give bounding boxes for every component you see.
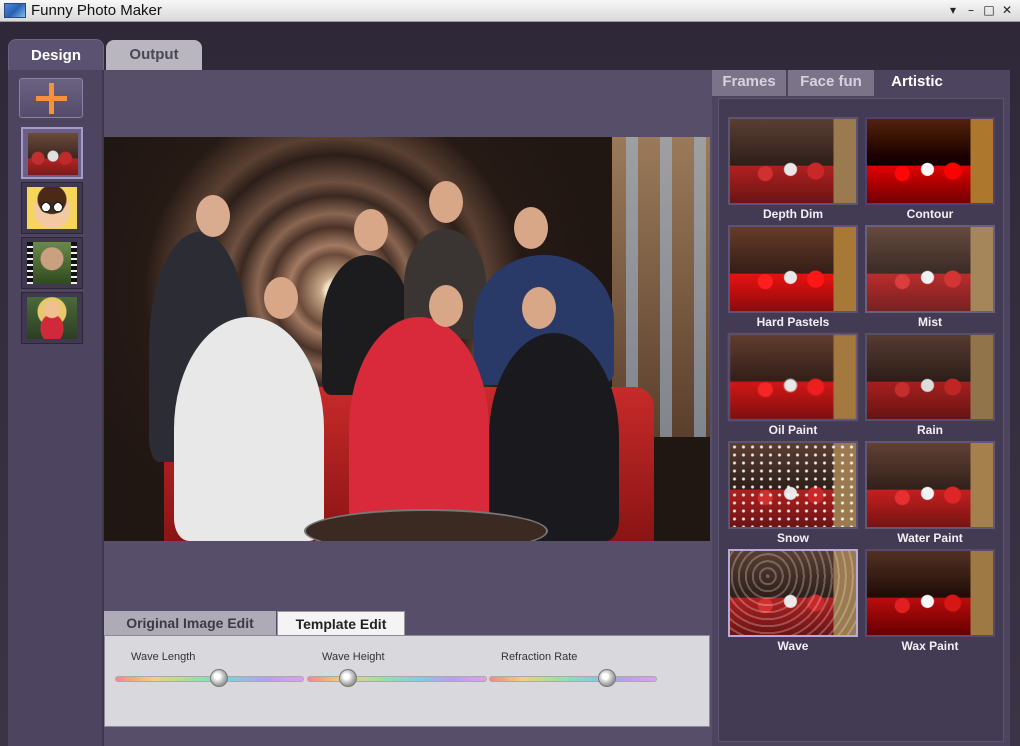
effect-thumbnail (728, 225, 858, 313)
wave-height-label: Wave Height (322, 651, 385, 663)
effect-depth-dim[interactable]: Depth Dim (728, 117, 858, 221)
effect-hard-pastels[interactable]: Hard Pastels (728, 225, 858, 329)
image-thumbnail-cartoon-face[interactable] (21, 182, 83, 234)
wave-length-label: Wave Length (131, 651, 196, 663)
design-workspace: Original Image Edit Template Edit Wave L… (8, 70, 1010, 746)
effect-wax-paint[interactable]: Wax Paint (865, 549, 995, 653)
effect-rain[interactable]: Rain (865, 333, 995, 437)
effect-label: Contour (906, 207, 954, 221)
person-shape (174, 317, 324, 541)
effect-mist[interactable]: Mist (865, 225, 995, 329)
effect-label: Depth Dim (763, 207, 823, 221)
wave-height-slider-track[interactable] (307, 676, 487, 682)
tab-output[interactable]: Output (106, 40, 202, 70)
effect-oil-paint[interactable]: Oil Paint (728, 333, 858, 437)
refraction-rate-slider-track[interactable] (489, 676, 657, 682)
refraction-rate-slider-thumb[interactable] (597, 669, 616, 687)
effect-label: Water Paint (897, 531, 963, 545)
effects-panel: Frames Face fun Artistic Depth Dim Conto… (712, 70, 1010, 746)
effect-thumbnail (728, 549, 858, 637)
photo-canvas[interactable] (104, 137, 710, 541)
effect-thumbnail (865, 549, 995, 637)
effect-thumbnail (728, 333, 858, 421)
effect-snow[interactable]: Snow (728, 441, 858, 545)
title-bar: Funny Photo Maker ▾ – □ ✕ (0, 0, 1020, 22)
menu-dropdown-icon[interactable]: ▾ (946, 2, 960, 18)
effect-label: Mist (918, 315, 942, 329)
effect-thumbnail (865, 333, 995, 421)
minimize-icon[interactable]: – (964, 2, 978, 18)
effect-label: Wax Paint (901, 639, 959, 653)
person-head (514, 207, 548, 249)
effect-label: Oil Paint (768, 423, 818, 437)
effect-category-tabs: Frames Face fun Artistic (712, 70, 1010, 96)
image-thumbnail-woman[interactable] (21, 292, 83, 344)
effect-label: Rain (916, 423, 943, 437)
effect-label: Wave (777, 639, 809, 653)
refraction-rate-label: Refraction Rate (501, 651, 578, 663)
effect-thumbnail (865, 225, 995, 313)
window-controls: ▾ – □ ✕ (946, 2, 1014, 18)
window-title: Funny Photo Maker (31, 2, 162, 19)
wave-height-slider-thumb[interactable] (339, 669, 358, 687)
person-head (429, 285, 463, 327)
effect-wave[interactable]: Wave (728, 549, 858, 653)
effect-thumbnail (728, 117, 858, 205)
close-icon[interactable]: ✕ (1000, 2, 1014, 18)
app-frame: Design Output Original Image Edit Templa… (0, 22, 1020, 746)
add-image-button[interactable] (19, 78, 83, 118)
image-thumbnail-film-strip[interactable] (21, 237, 83, 289)
tab-original-image-edit[interactable]: Original Image Edit (104, 611, 276, 635)
person-shape (489, 333, 619, 541)
tab-frames[interactable]: Frames (712, 70, 786, 96)
thumbnail-image (27, 242, 77, 284)
maximize-icon[interactable]: □ (982, 2, 996, 18)
app-icon (4, 3, 26, 18)
plus-icon-vertical (49, 83, 54, 114)
thumbnail-image (28, 133, 78, 175)
person-head (522, 287, 556, 329)
effect-thumbnail (865, 117, 995, 205)
effect-thumbnail (865, 441, 995, 529)
effect-label: Hard Pastels (756, 315, 830, 329)
thumbnail-image (27, 297, 77, 339)
effect-water-paint[interactable]: Water Paint (865, 441, 995, 545)
person-head (354, 209, 388, 251)
tab-design[interactable]: Design (8, 39, 104, 71)
effect-contour[interactable]: Contour (865, 117, 995, 221)
person-head (429, 181, 463, 223)
effect-thumbnail (728, 441, 858, 529)
tab-face-fun[interactable]: Face fun (788, 70, 874, 96)
effect-gallery: Depth Dim Contour Hard Pastels Mist Oil … (718, 98, 1004, 742)
thumbnail-image (27, 187, 77, 229)
person-head (196, 195, 230, 237)
image-list-panel (8, 70, 104, 746)
effect-label: Snow (777, 531, 809, 545)
person-head (264, 277, 298, 319)
template-edit-panel: Wave Length Wave Height Refraction Rate (104, 635, 710, 727)
wave-length-slider-thumb[interactable] (209, 669, 228, 687)
tab-artistic[interactable]: Artistic (876, 70, 958, 96)
image-thumbnail-group-photo[interactable] (21, 127, 83, 179)
person-shape (349, 317, 489, 541)
tab-template-edit[interactable]: Template Edit (277, 611, 405, 635)
